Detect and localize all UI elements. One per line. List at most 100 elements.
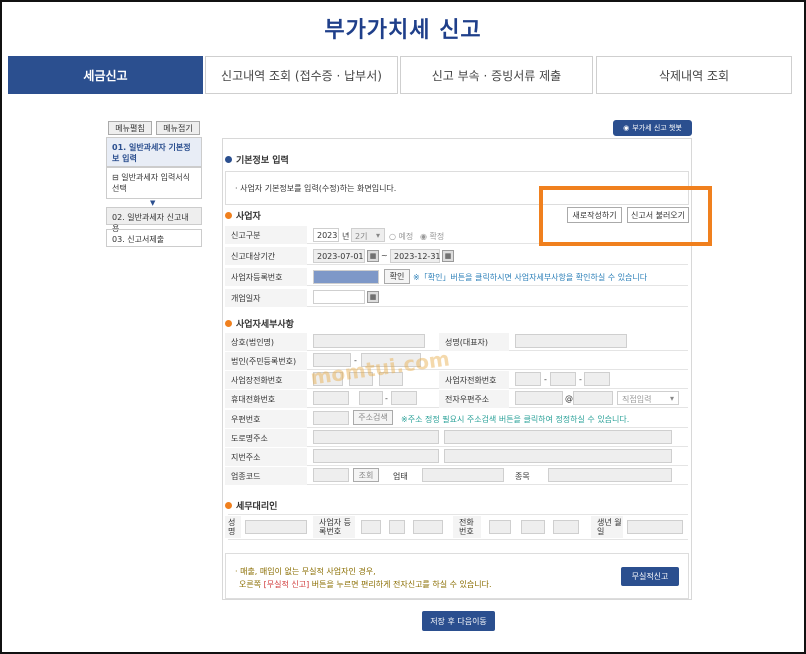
menu-collapse-button[interactable]: 메뉴접기: [156, 121, 200, 135]
biz-item-input[interactable]: [548, 468, 672, 482]
zip-input[interactable]: [313, 411, 349, 425]
sidebar-item-submit[interactable]: 03. 신고서제출: [106, 229, 202, 247]
at-sign: @: [565, 394, 573, 403]
agent-tel-3-input[interactable]: [553, 520, 579, 534]
detail-section-title: 사업자세부사항: [225, 317, 294, 330]
label-agent-birth: 생년 월일: [591, 516, 623, 538]
term-value: 2기: [355, 232, 368, 241]
radio-final[interactable]: ◉ 확정: [420, 231, 444, 242]
date-to-value: 2023-12-31: [394, 252, 441, 261]
label-code: 업종코드: [225, 467, 307, 485]
save-next-button[interactable]: 저장 후 다음이동: [422, 611, 495, 631]
date-from-input[interactable]: 2023-07-01: [313, 249, 365, 263]
label-agent-bizno: 사업자 등록번호: [313, 516, 355, 538]
biz-section-title: 사업자: [225, 209, 261, 222]
year-value: 2023: [317, 231, 338, 240]
label-biz: 업태: [393, 472, 408, 481]
corp-name-input[interactable]: [313, 334, 425, 348]
agent-bizno-3-input[interactable]: [413, 520, 443, 534]
bullet-icon: [225, 320, 232, 327]
tab-deleted[interactable]: 삭제내역 조회: [596, 56, 792, 94]
notice-line2: 오른쪽 [무실적 신고] 버튼을 누르면 편리하게 전자신고를 하실 수 있습니…: [239, 580, 492, 589]
chevron-down-icon: ▾: [376, 231, 381, 240]
open-date-input[interactable]: [313, 290, 365, 304]
agent-tel-1-input[interactable]: [489, 520, 511, 534]
label-mobile: 휴대전화번호: [225, 390, 307, 408]
chatbot-icon: ◉: [623, 124, 630, 132]
sidebar-item-report[interactable]: 02. 일반과세자 신고내용: [106, 207, 202, 233]
agent-birth-input[interactable]: [627, 520, 683, 534]
industry-code-input[interactable]: [313, 468, 349, 482]
tilde: ~: [381, 251, 388, 260]
label-agent-name: 성명: [225, 516, 241, 538]
down-arrow-icon: ▼: [150, 199, 156, 207]
jibun-address-2-input[interactable]: [444, 449, 672, 463]
chevron-down-icon: ▾: [670, 394, 675, 403]
mobile-1-select[interactable]: [313, 391, 349, 405]
label-corpno: 법인(주민등록번호): [225, 352, 307, 370]
label-name: 성명(대표자): [439, 333, 509, 351]
confirm-note: ※「확인」버튼을 클릭하시면 사업자세부사항을 확인하실 수 있습니다: [413, 273, 648, 282]
agent-bizno-2-input[interactable]: [389, 520, 405, 534]
road-address-1-input[interactable]: [313, 430, 439, 444]
jibun-address-1-input[interactable]: [313, 449, 439, 463]
date-from-value: 2023-07-01: [317, 252, 364, 261]
sidebar-item-basic-info[interactable]: 01. 일반과세자 기본정보 입력: [106, 137, 202, 167]
confirm-button[interactable]: 확인: [384, 269, 410, 284]
label-jibun: 지번주소: [225, 448, 307, 466]
year-select[interactable]: 2023: [313, 228, 339, 242]
reg-number-input[interactable]: [313, 270, 379, 284]
dash: -: [579, 375, 582, 384]
label-agent-tel: 전화 번호: [453, 516, 481, 538]
dash: -: [385, 394, 388, 403]
chatbot-button[interactable]: ◉ 부가세 신고 챗봇: [613, 120, 692, 136]
dash: -: [544, 375, 547, 384]
radio-pre[interactable]: ○ 예정: [389, 231, 413, 242]
basic-notice: · 사업자 기본정보를 입력(수정)하는 화면입니다.: [235, 184, 397, 193]
agent-section-title: 세무대리인: [225, 499, 277, 512]
tab-history[interactable]: 신고내역 조회 (접수증 · 납부서): [205, 56, 398, 94]
label-road: 도로명주소: [225, 429, 307, 447]
agent-name-input[interactable]: [245, 520, 307, 534]
mobile-3-input[interactable]: [391, 391, 417, 405]
zero-report-button[interactable]: 무실적신고: [621, 567, 679, 586]
menu-expand-button[interactable]: 메뉴펼침: [108, 121, 152, 135]
tab-attachments[interactable]: 신고 부속 · 증빙서류 제출: [400, 56, 593, 94]
label-period: 신고대상기간: [225, 247, 307, 265]
hometel-1-input[interactable]: [515, 372, 541, 386]
highlight-box: [539, 186, 712, 246]
hometel-3-input[interactable]: [584, 372, 610, 386]
label-open: 개업일자: [225, 289, 307, 307]
calendar-icon[interactable]: ▦: [367, 291, 379, 303]
email-id-input[interactable]: [515, 391, 563, 405]
bullet-icon: [225, 156, 232, 163]
calendar-icon[interactable]: ▦: [367, 250, 379, 262]
address-search-button[interactable]: 주소검색: [353, 410, 393, 425]
biz-type-input[interactable]: [422, 468, 504, 482]
tab-tax-filing[interactable]: 세금신고: [8, 56, 203, 94]
sidebar-sub-select-form[interactable]: ⊟ 일반과세자 입력서식 선택: [106, 167, 202, 199]
label-item: 종목: [515, 472, 530, 481]
email-domain-select[interactable]: 직접입력 ▾: [617, 391, 679, 405]
label-type: 신고구분: [225, 226, 307, 244]
term-select[interactable]: 2기 ▾: [351, 228, 385, 242]
agent-bizno-1-input[interactable]: [361, 520, 381, 534]
agent-tel-2-input[interactable]: [521, 520, 545, 534]
date-to-input[interactable]: 2023-12-31: [390, 249, 441, 263]
label-corp: 상호(법인명): [225, 333, 307, 351]
notice-line1: · 매출, 매입이 없는 무실적 사업자인 경우,: [235, 567, 376, 576]
basic-section-title: 기본정보 입력: [225, 153, 289, 166]
road-address-2-input[interactable]: [444, 430, 672, 444]
lookup-button[interactable]: 조회: [353, 468, 379, 482]
minus-icon: ⊟: [112, 173, 122, 182]
direct-input-value: 직접입력: [622, 395, 652, 404]
label-email: 전자우편주소: [439, 390, 509, 408]
hometel-2-input[interactable]: [550, 372, 576, 386]
calendar-icon[interactable]: ▦: [442, 250, 454, 262]
bullet-icon: [225, 502, 232, 509]
email-domain-input[interactable]: [573, 391, 613, 405]
mobile-2-input[interactable]: [359, 391, 383, 405]
bullet-icon: [225, 212, 232, 219]
rep-name-input[interactable]: [515, 334, 627, 348]
label-tel: 사업장전화번호: [225, 371, 307, 389]
